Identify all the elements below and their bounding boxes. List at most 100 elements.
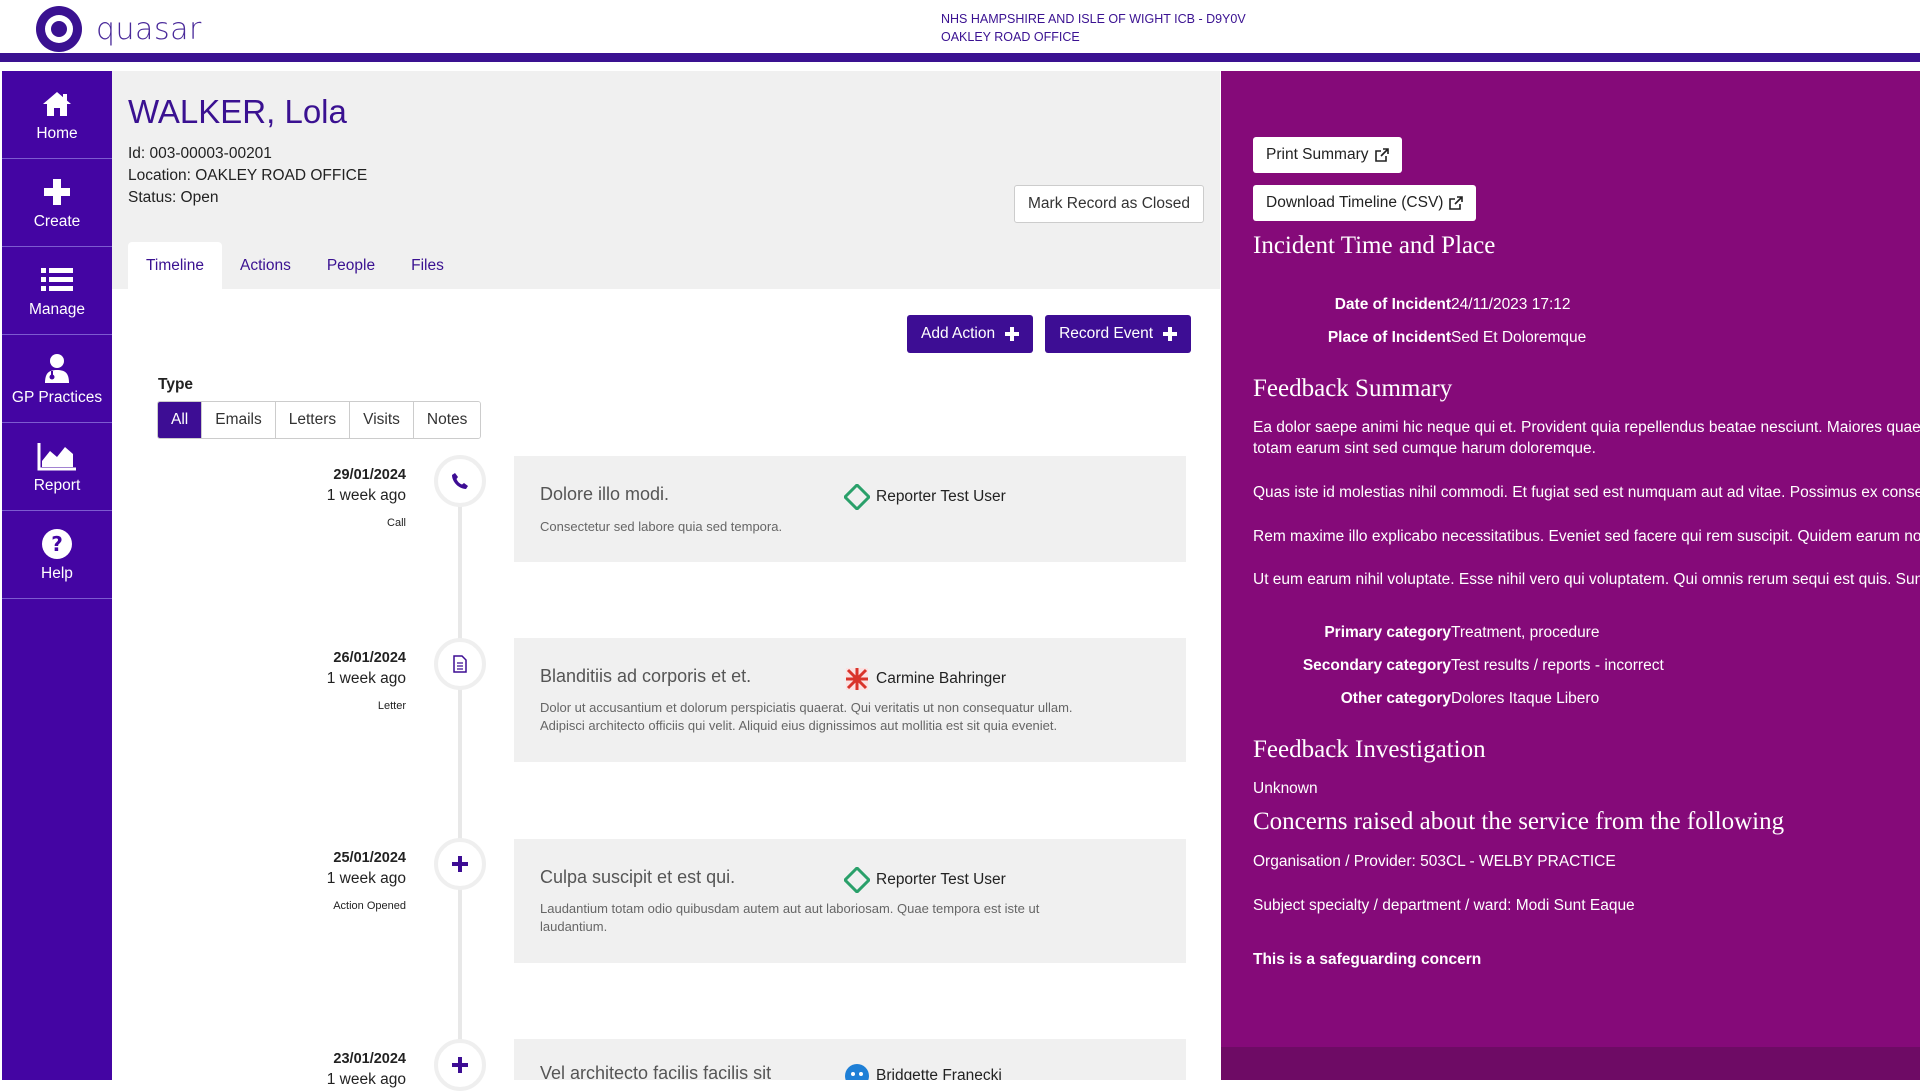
document-icon (434, 638, 486, 690)
event-user[interactable]: Reporter Test User (844, 484, 1006, 510)
place-of-incident-value: Sed Et Doloremque (1451, 329, 1587, 346)
blue-avatar-icon (845, 1064, 869, 1080)
filter-letters[interactable]: Letters (274, 402, 350, 438)
feedback-line: totam earum sint sed cumque harum dolore… (1253, 440, 1596, 457)
primary-category-value: Treatment, procedure (1451, 624, 1600, 641)
event-description: Consectetur sed labore quia sed tempora. (540, 518, 1150, 536)
feedback-line: Ut eum earum nihil voluptate. Esse nihil… (1253, 571, 1920, 588)
timeline-event-card[interactable]: Dolore illo modi. Reporter Test User Con… (514, 456, 1186, 562)
main-content: WALKER, Lola Id: 003-00003-00201 Locatio… (112, 71, 1220, 1091)
filter-all[interactable]: All (158, 402, 202, 438)
feedback-paragraph: Ea dolor saepe animi hic neque qui et. P… (1253, 417, 1920, 459)
organisation-info: NHS HAMPSHIRE AND ISLE OF WIGHT ICB - D9… (941, 10, 1246, 46)
patient-header: WALKER, Lola Id: 003-00003-00201 Locatio… (112, 71, 1220, 289)
event-type: Letter (377, 700, 406, 712)
print-summary-button[interactable]: Print Summary (1253, 137, 1402, 173)
nav-gp-practices[interactable]: GP Practices (2, 335, 112, 423)
incident-heading: Incident Time and Place (1253, 232, 1496, 259)
red-pattern-avatar-icon (846, 668, 868, 690)
plus-icon (434, 838, 486, 890)
event-date-block: 29/01/2024 1 week ago Call (272, 467, 406, 529)
date-of-incident-value: 24/11/2023 17:12 (1451, 296, 1571, 313)
org-office: OAKLEY ROAD OFFICE (941, 30, 1080, 44)
external-link-icon (1374, 148, 1389, 162)
event-date: 29/01/2024 (333, 467, 406, 483)
tab-actions[interactable]: Actions (222, 242, 309, 289)
svg-text:?: ? (51, 532, 63, 556)
place-of-incident-label: Place of Incident (1327, 329, 1451, 346)
nav-home[interactable]: Home (2, 71, 112, 159)
question-icon: ? (41, 527, 73, 561)
event-relative-time: 1 week ago (326, 1071, 406, 1088)
record-event-label: Record Event (1059, 325, 1154, 342)
event-date-block: 26/01/2024 1 week ago Letter (272, 650, 406, 712)
investigation-value: Unknown (1253, 780, 1318, 797)
phone-icon (434, 455, 486, 507)
quasar-logo-icon (36, 6, 82, 52)
feedback-investigation-heading: Feedback Investigation (1253, 736, 1486, 763)
patient-name: WALKER, Lola (128, 93, 347, 130)
subject-specialty: Subject specialty / department / ward: M… (1253, 897, 1635, 914)
nav-report-label: Report (33, 476, 81, 494)
filter-emails[interactable]: Emails (201, 402, 275, 438)
event-type: Call (387, 517, 406, 529)
event-date: 25/01/2024 (333, 850, 406, 866)
add-action-button[interactable]: Add Action (907, 315, 1034, 353)
event-user-name: Carmine Bahringer (876, 670, 1007, 687)
tab-files[interactable]: Files (393, 242, 462, 289)
nav-home-label: Home (36, 124, 78, 142)
timeline-event-card[interactable]: Blanditiis ad corporis et et. Carmine Ba… (514, 638, 1186, 762)
tab-timeline[interactable]: Timeline (128, 242, 222, 289)
event-relative-time: 1 week ago (326, 670, 406, 687)
chart-icon (37, 439, 77, 473)
other-category-value: Dolores Itaque Libero (1451, 690, 1600, 707)
organisation-provider: Organisation / Provider: 503CL - WELBY P… (1253, 853, 1616, 870)
feedback-paragraph: Quas iste id molestias nihil commodi. Et… (1253, 482, 1920, 503)
nav-report[interactable]: Report (2, 423, 112, 511)
home-icon (41, 87, 73, 121)
nav-help[interactable]: ? Help (2, 511, 112, 599)
tab-people[interactable]: People (309, 242, 393, 289)
concerns-heading: Concerns raised about the service from t… (1253, 808, 1785, 835)
event-user[interactable]: Reporter Test User (844, 867, 1006, 893)
list-icon (41, 263, 73, 297)
event-user[interactable]: Bridgette Franecki (844, 1063, 1002, 1080)
nav-gp-practices-label: GP Practices (11, 388, 103, 406)
plus-icon (434, 1039, 486, 1091)
type-filter-label: Type (158, 376, 194, 393)
other-category-label: Other category (1340, 690, 1451, 707)
timeline-event-card[interactable]: Vel architecto facilis facilis sit Bridg… (514, 1039, 1186, 1080)
top-bar: quasar NHS HAMPSHIRE AND ISLE OF WIGHT I… (0, 0, 1920, 62)
feedback-line: Quas iste id molestias nihil commodi. Et… (1253, 484, 1920, 501)
nav-manage[interactable]: Manage (2, 247, 112, 335)
nav-create[interactable]: Create (2, 159, 112, 247)
feedback-summary-heading: Feedback Summary (1253, 375, 1453, 402)
org-name: NHS HAMPSHIRE AND ISLE OF WIGHT ICB - D9… (941, 12, 1246, 26)
event-description-line: Dolor ut accusantium et dolorum perspici… (540, 700, 1073, 715)
event-title: Culpa suscipit et est qui. (540, 867, 736, 887)
filter-notes[interactable]: Notes (412, 402, 481, 438)
record-event-button[interactable]: Record Event (1045, 315, 1192, 353)
download-timeline-button[interactable]: Download Timeline (CSV) (1253, 185, 1477, 221)
event-description-line: Adipisci architecto officiis qui velit. … (540, 718, 1058, 733)
event-date-block: 23/01/2024 1 week ago (272, 1051, 406, 1089)
patient-location: Location: OAKLEY ROAD OFFICE (128, 167, 368, 184)
green-diamond-avatar-icon (844, 867, 870, 893)
event-date: 26/01/2024 (333, 650, 406, 666)
secondary-category-label: Secondary category (1302, 657, 1451, 674)
event-user[interactable]: Carmine Bahringer (844, 666, 1006, 692)
external-link-icon (1449, 196, 1464, 210)
app-logo[interactable]: quasar (36, 6, 202, 52)
type-filter-group: All Emails Letters Visits Notes (157, 401, 482, 439)
patient-info: Id: 003-00003-00201 Location: OAKLEY ROA… (128, 143, 367, 209)
event-description-line: Consectetur sed labore quia sed tempora. (540, 519, 783, 534)
primary-category-label: Primary category (1324, 624, 1451, 641)
event-title: Blanditiis ad corporis et et. (540, 666, 752, 686)
plus-icon (1005, 327, 1020, 341)
doctor-icon (43, 351, 71, 385)
mark-closed-button[interactable]: Mark Record as Closed (1014, 185, 1204, 223)
event-relative-time: 1 week ago (326, 870, 406, 887)
filter-visits[interactable]: Visits (349, 402, 413, 438)
green-diamond-avatar-icon (844, 484, 870, 510)
timeline-event-card[interactable]: Culpa suscipit et est qui. Reporter Test… (514, 839, 1186, 963)
